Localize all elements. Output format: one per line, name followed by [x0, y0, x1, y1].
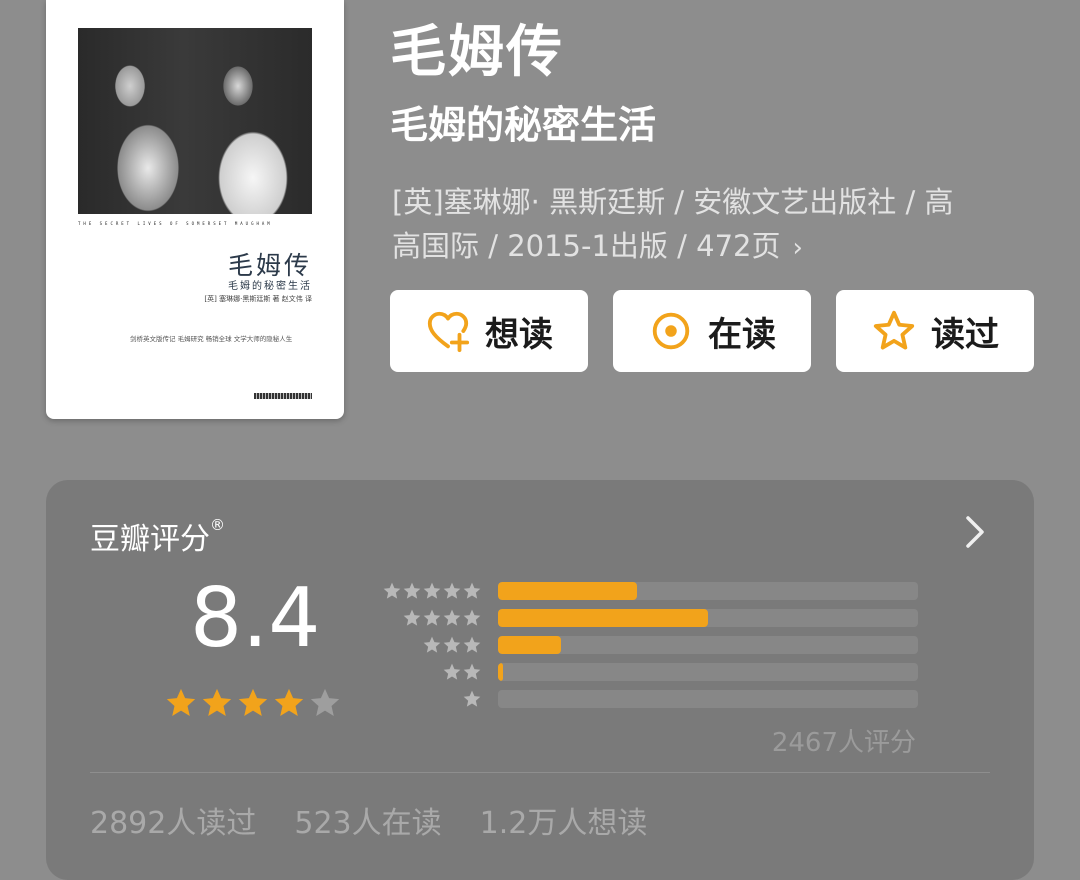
- distribution-row-4: [376, 608, 918, 628]
- reading-count[interactable]: 523人在读: [294, 798, 441, 842]
- cover-subtitle: 毛姆的秘密生活: [228, 281, 312, 292]
- star-filled-icon: [202, 688, 232, 717]
- rating-card[interactable]: 豆瓣评分® 8.4 2467人评分 2892人读过 523人在读 1.2万人想读: [46, 480, 1034, 880]
- distribution-row-2: [376, 662, 918, 682]
- distribution-row-5: [376, 581, 918, 601]
- distribution-track: [498, 609, 918, 627]
- have-read-label: 读过: [931, 314, 999, 355]
- divider: [90, 772, 990, 773]
- small-star-icon: [463, 636, 481, 653]
- rating-header: 豆瓣评分®: [90, 514, 225, 558]
- star-filled-icon: [166, 688, 196, 717]
- want-count[interactable]: 1.2万人想读: [480, 798, 648, 842]
- book-subtitle: 毛姆的秘密生活: [390, 103, 657, 147]
- star-filled-icon: [238, 688, 268, 717]
- want-to-read-label: 想读: [485, 314, 553, 355]
- rating-stars: [164, 686, 342, 720]
- reading-button[interactable]: 在读: [613, 290, 811, 372]
- small-star-icon: [463, 582, 481, 599]
- cover-blurb: 剑桥英文版传记 毛姆研究 畅销全球 文学大师的隐秘人生: [130, 335, 293, 343]
- distribution-track: [498, 636, 918, 654]
- distribution-fill: [498, 609, 708, 627]
- distribution-track: [498, 690, 918, 708]
- registered-mark: ®: [210, 516, 225, 534]
- small-star-icon: [423, 609, 441, 626]
- have-read-button[interactable]: 读过: [836, 290, 1034, 372]
- chevron-right-icon[interactable]: [964, 514, 986, 550]
- star-empty-icon: [310, 688, 340, 717]
- read-count[interactable]: 2892人读过: [90, 798, 256, 842]
- distribution-stars: [462, 689, 482, 709]
- chevron-right-icon: ›: [792, 233, 803, 263]
- small-star-icon: [463, 663, 481, 680]
- book-meta-line2: 高国际 / 2015-1出版 / 472页: [392, 229, 781, 263]
- distribution-stars: [402, 608, 482, 628]
- heart-plus-icon: [427, 311, 470, 353]
- distribution-stars: [382, 581, 482, 601]
- publisher-logo: [254, 393, 312, 399]
- rating-score: 8.4: [190, 571, 321, 666]
- want-to-read-button[interactable]: 想读: [390, 290, 588, 372]
- rating-header-text: 豆瓣评分: [90, 522, 210, 557]
- cover-author: [英] 塞琳娜·黑斯廷斯 著 赵文伟 译: [204, 295, 312, 303]
- book-meta-line1: [英]塞琳娜· 黑斯廷斯 / 安徽文艺出版社 / 高: [392, 185, 954, 219]
- reading-label: 在读: [708, 314, 776, 355]
- small-star-icon: [423, 582, 441, 599]
- small-star-icon: [403, 609, 421, 626]
- cover-photo: [78, 28, 312, 214]
- small-star-icon: [383, 582, 401, 599]
- distribution-track: [498, 663, 918, 681]
- small-star-icon: [443, 663, 461, 680]
- distribution-stars: [422, 635, 482, 655]
- small-star-icon: [463, 609, 481, 626]
- book-title: 毛姆传: [390, 20, 564, 85]
- small-star-icon: [443, 582, 461, 599]
- distribution-stars: [442, 662, 482, 682]
- distribution-fill: [498, 582, 637, 600]
- distribution-row-3: [376, 635, 918, 655]
- reader-stats: 2892人读过 523人在读 1.2万人想读: [90, 798, 647, 842]
- small-star-icon: [463, 690, 481, 707]
- star-filled-icon: [274, 688, 304, 717]
- book-meta[interactable]: [英]塞琳娜· 黑斯廷斯 / 安徽文艺出版社 / 高 高国际 / 2015-1出…: [392, 180, 1052, 270]
- small-star-icon: [403, 582, 421, 599]
- cover-strip-text: THE SECRET LIVES OF SOMERSET MAUGHAM: [78, 221, 273, 226]
- star-outline-icon: [873, 310, 915, 350]
- distribution-track: [498, 582, 918, 600]
- target-circle-icon: [652, 312, 690, 350]
- distribution-fill: [498, 663, 503, 681]
- raters-count[interactable]: 2467人评分: [772, 722, 916, 759]
- small-star-icon: [443, 636, 461, 653]
- small-star-icon: [443, 609, 461, 626]
- distribution-fill: [498, 636, 561, 654]
- distribution-row-1: [376, 689, 918, 709]
- small-star-icon: [423, 636, 441, 653]
- book-cover[interactable]: THE SECRET LIVES OF SOMERSET MAUGHAM 毛姆传…: [46, 0, 344, 419]
